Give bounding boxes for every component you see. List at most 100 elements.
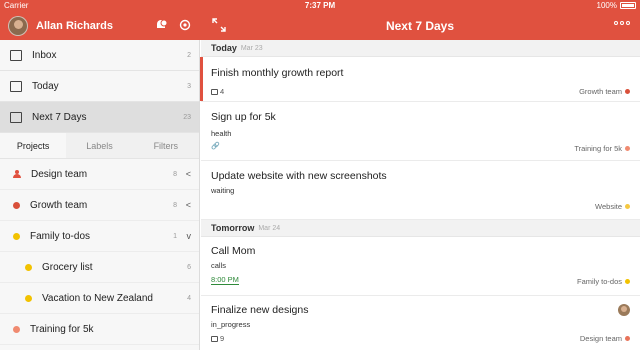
task-project: Growth team — [579, 87, 630, 96]
project-grocery-list[interactable]: Grocery list 6 — [0, 252, 199, 283]
task-project-label: Design team — [579, 334, 622, 343]
task-item[interactable]: Sign up for 5k health 🔗 Training for 5k — [201, 102, 640, 161]
top-bar: Carrier 7:37 PM 100% Allan Richards Next… — [0, 0, 640, 40]
calendar-icon — [10, 80, 22, 92]
project-count: 8 — [173, 201, 177, 209]
project-label: Growth team — [30, 199, 88, 211]
task-item[interactable]: Finish monthly growth report 4 Growth te… — [200, 57, 640, 102]
project-count: 8 — [173, 170, 177, 178]
project-label: Training for 5k — [30, 323, 94, 335]
project-color-dot — [13, 325, 20, 333]
task-title[interactable]: Call Mom — [211, 245, 255, 257]
task-note: calls — [211, 261, 227, 270]
task-item[interactable]: Update website with new screenshots wait… — [201, 161, 640, 220]
sidebar-header: Allan Richards — [0, 12, 200, 40]
user-avatar[interactable] — [8, 16, 28, 36]
sidebar-item-label: Today — [32, 80, 59, 92]
sidebar: Inbox 2 Today 3 Next 7 Days 23 Projects … — [0, 40, 200, 350]
project-count: 1 — [173, 232, 177, 240]
project-color-dot — [625, 279, 630, 284]
project-list: Design team 8 < Growth team 8 < Family t… — [0, 159, 199, 345]
comment-count: 9 — [220, 334, 225, 343]
project-count: 6 — [187, 263, 191, 271]
sidebar-item-label: Next 7 Days — [32, 111, 87, 123]
project-label: Grocery list — [42, 261, 93, 273]
task-title[interactable]: Sign up for 5k — [211, 111, 276, 123]
project-design-team[interactable]: Design team 8 < — [0, 159, 199, 190]
link-icon[interactable]: 🔗 — [211, 142, 220, 150]
task-note: waiting — [211, 186, 235, 195]
tab-labels[interactable]: Labels — [66, 133, 133, 158]
sidebar-item-count: 2 — [187, 51, 191, 59]
project-color-dot — [13, 201, 20, 209]
sidebar-item-count: 23 — [183, 113, 191, 121]
task-project: Training for 5k — [574, 144, 630, 153]
project-color-dot — [625, 204, 630, 209]
task-comments[interactable]: 9 — [211, 334, 224, 343]
project-color-dot — [25, 294, 32, 302]
project-growth-team[interactable]: Growth team 8 < — [0, 190, 199, 221]
task-due-time[interactable]: 8:00 PM — [211, 275, 239, 285]
sidebar-tabs: Projects Labels Filters — [0, 133, 199, 159]
tab-filters[interactable]: Filters — [132, 133, 199, 158]
project-color-dot — [25, 263, 32, 271]
shared-project-icon — [13, 170, 21, 178]
project-color-dot — [625, 336, 630, 341]
project-color-dot — [625, 89, 630, 94]
section-header-today: Today Mar 23 — [201, 40, 640, 57]
task-note: health — [211, 129, 232, 138]
battery-icon — [620, 2, 636, 9]
task-title[interactable]: Finish monthly growth report — [211, 67, 343, 79]
task-project: Family to-dos — [577, 277, 630, 286]
main-header: Next 7 Days — [200, 12, 640, 40]
task-project-label: Website — [595, 202, 622, 211]
assignee-avatar[interactable] — [618, 304, 630, 316]
task-title[interactable]: Update website with new screenshots — [211, 170, 387, 182]
project-count: 4 — [187, 294, 191, 302]
chevron-left-icon[interactable]: < — [186, 200, 191, 210]
task-item[interactable]: Call Mom calls 8:00 PM Family to-dos — [201, 237, 640, 296]
task-title[interactable]: Finalize new designs — [211, 304, 308, 316]
chevron-left-icon[interactable]: < — [186, 169, 191, 179]
comment-count: 4 — [220, 87, 225, 96]
view-title: Next 7 Days — [385, 19, 455, 33]
project-color-dot — [13, 232, 20, 240]
sidebar-item-inbox[interactable]: Inbox 2 — [0, 40, 199, 71]
sidebar-item-next-7-days[interactable]: Next 7 Days 23 — [0, 102, 199, 133]
project-family-to-dos[interactable]: Family to-dos 1 v — [0, 221, 199, 252]
notifications-icon[interactable] — [154, 18, 168, 32]
project-label: Family to-dos — [30, 230, 91, 242]
settings-gear-icon[interactable] — [178, 18, 192, 32]
section-header-tomorrow: Tomorrow Mar 24 — [201, 220, 640, 237]
task-project-label: Training for 5k — [574, 144, 622, 153]
task-list-pane: Today Mar 23 Finish monthly growth repor… — [200, 40, 640, 350]
project-training-for-5k[interactable]: Training for 5k — [0, 314, 199, 345]
project-vacation-to-new-zealand[interactable]: Vacation to New Zealand 4 — [0, 283, 199, 314]
task-note: in_progress — [211, 320, 251, 329]
sidebar-item-today[interactable]: Today 3 — [0, 71, 199, 102]
clock: 7:37 PM — [304, 1, 336, 10]
task-project-label: Growth team — [579, 87, 622, 96]
sidebar-item-label: Inbox — [32, 49, 57, 61]
status-bar: Carrier 7:37 PM 100% — [0, 0, 640, 12]
task-project: Design team — [580, 334, 630, 343]
comment-icon — [211, 88, 218, 95]
app-window: Carrier 7:37 PM 100% Allan Richards Next… — [0, 0, 640, 350]
tab-projects[interactable]: Projects — [0, 133, 67, 158]
task-comments[interactable]: 4 — [211, 87, 224, 96]
sidebar-item-count: 3 — [187, 82, 191, 90]
task-project-label: Family to-dos — [576, 277, 622, 286]
project-color-dot — [625, 146, 630, 151]
more-options-icon[interactable] — [614, 21, 630, 25]
task-project: Website — [595, 202, 630, 211]
project-label: Vacation to New Zealand — [42, 292, 153, 304]
task-item[interactable]: Finalize new designs in_progress 9 Desig… — [201, 296, 640, 350]
battery-indicator: 100% — [597, 1, 636, 10]
section-title: Tomorrow — [211, 223, 255, 233]
inbox-icon — [10, 49, 22, 61]
section-title: Today — [211, 43, 237, 53]
battery-percent: 100% — [596, 1, 617, 10]
user-name[interactable]: Allan Richards — [36, 20, 113, 32]
chevron-down-icon[interactable]: v — [187, 231, 192, 241]
project-label: Design team — [31, 168, 88, 180]
